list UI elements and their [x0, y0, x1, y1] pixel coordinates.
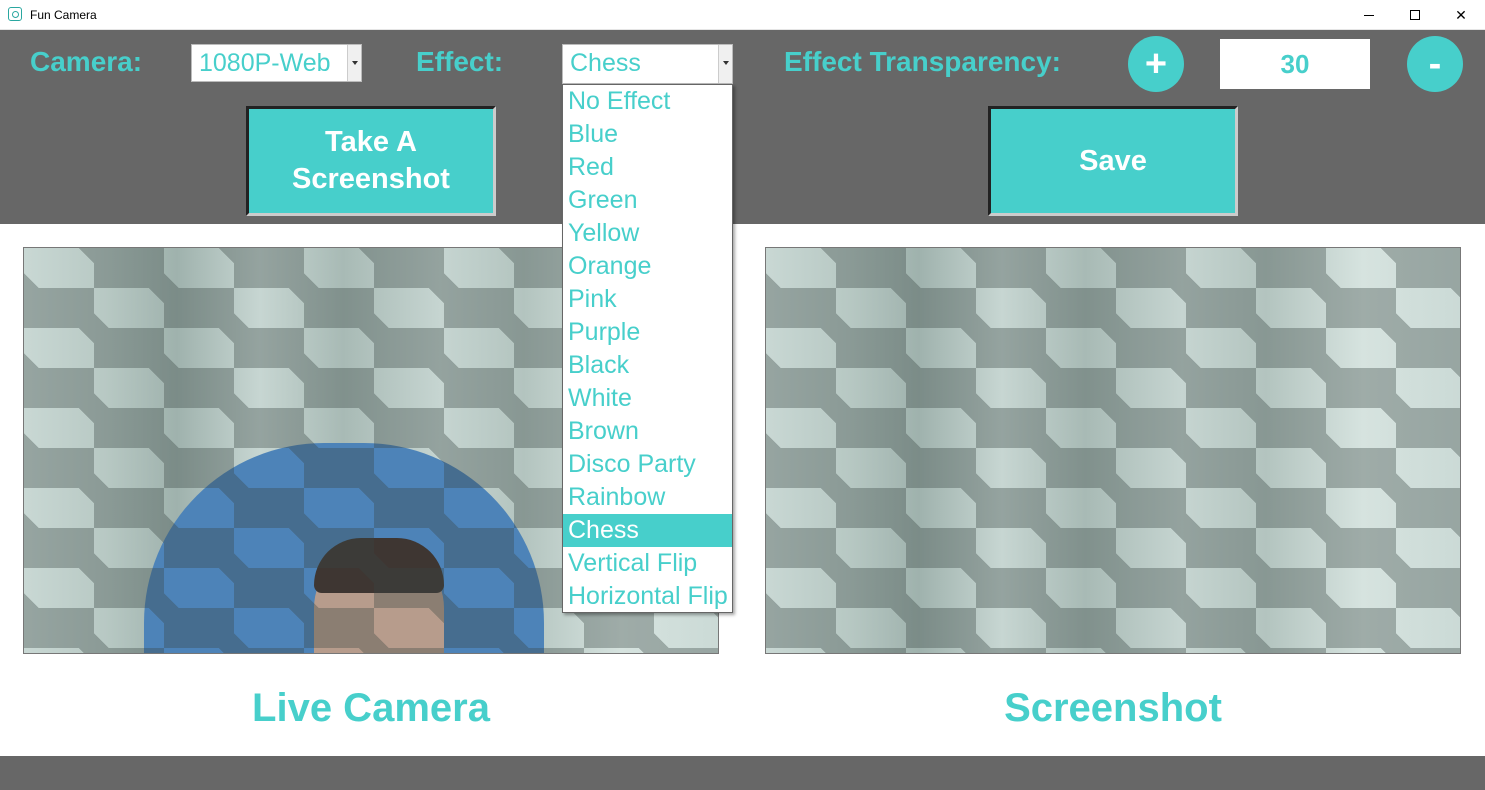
minimize-icon: [1364, 14, 1374, 16]
close-button[interactable]: ✕: [1438, 0, 1484, 30]
window-title: Fun Camera: [30, 8, 97, 22]
title-bar: Fun Camera ✕: [0, 0, 1485, 30]
transparency-value: 30: [1220, 39, 1370, 89]
camera-icon: [8, 7, 22, 21]
minimize-button[interactable]: [1346, 0, 1392, 30]
control-panel: Camera: 1080P-Web Effect: Chess Effect T…: [0, 30, 1485, 224]
effect-option[interactable]: Green: [563, 184, 732, 217]
live-camera-caption: Live Camera: [252, 686, 490, 730]
transparency-label: Effect Transparency:: [784, 46, 1061, 77]
camera-label: Camera:: [30, 46, 143, 77]
effect-option-selected[interactable]: Chess: [563, 514, 732, 547]
effect-label: Effect:: [416, 46, 504, 77]
chevron-down-icon: [347, 45, 361, 81]
chevron-down-icon: [718, 45, 732, 83]
take-screenshot-button[interactable]: Take A Screenshot: [246, 106, 496, 216]
close-icon: ✕: [1455, 6, 1467, 23]
screenshot-caption: Screenshot: [1004, 686, 1222, 730]
effect-dropdown-list[interactable]: No Effect Blue Red Green Yellow Orange P…: [562, 84, 733, 613]
effect-option[interactable]: Brown: [563, 415, 732, 448]
effect-option[interactable]: Disco Party: [563, 448, 732, 481]
effect-option[interactable]: Orange: [563, 250, 732, 283]
maximize-button[interactable]: [1392, 0, 1438, 30]
effect-option[interactable]: Horizontal Flip: [563, 580, 732, 612]
decrease-transparency-button[interactable]: -: [1407, 36, 1463, 92]
effect-option[interactable]: No Effect: [563, 85, 732, 118]
effect-select-value: Chess: [570, 49, 641, 77]
effect-option[interactable]: Rainbow: [563, 481, 732, 514]
effect-option[interactable]: Blue: [563, 118, 732, 151]
maximize-icon: [1410, 10, 1420, 20]
screenshot-view: [765, 247, 1461, 654]
camera-select[interactable]: 1080P-Web: [191, 44, 362, 82]
bottom-bar: [0, 756, 1485, 790]
increase-transparency-button[interactable]: +: [1128, 36, 1184, 92]
effect-option[interactable]: Yellow: [563, 217, 732, 250]
camera-select-value: 1080P-Web: [199, 49, 331, 77]
effect-option[interactable]: Black: [563, 349, 732, 382]
effect-option[interactable]: Purple: [563, 316, 732, 349]
effect-select[interactable]: Chess: [562, 44, 733, 84]
effect-option[interactable]: Vertical Flip: [563, 547, 732, 580]
effect-option[interactable]: Red: [563, 151, 732, 184]
effect-option[interactable]: White: [563, 382, 732, 415]
effect-option[interactable]: Pink: [563, 283, 732, 316]
save-button[interactable]: Save: [988, 106, 1238, 216]
chess-overlay: [766, 248, 1460, 653]
